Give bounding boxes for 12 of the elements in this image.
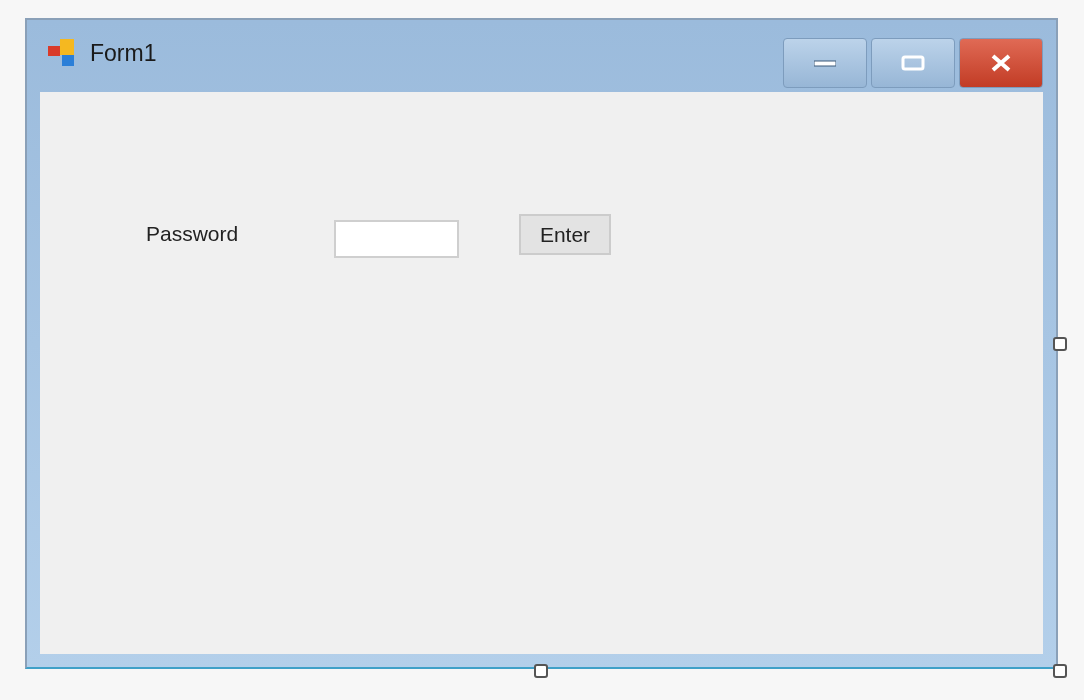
close-button[interactable] (959, 38, 1043, 88)
window-title: Form1 (90, 39, 157, 68)
maximize-icon (901, 55, 925, 71)
maximize-button[interactable] (871, 38, 955, 88)
resize-handle[interactable] (1053, 337, 1067, 351)
close-icon (990, 53, 1012, 73)
password-field[interactable] (334, 220, 459, 258)
resize-handle[interactable] (534, 664, 548, 678)
password-label: Password (146, 222, 240, 246)
minimize-icon (814, 59, 836, 67)
resize-handle[interactable] (1053, 664, 1067, 678)
enter-button[interactable]: Enter (519, 214, 611, 255)
